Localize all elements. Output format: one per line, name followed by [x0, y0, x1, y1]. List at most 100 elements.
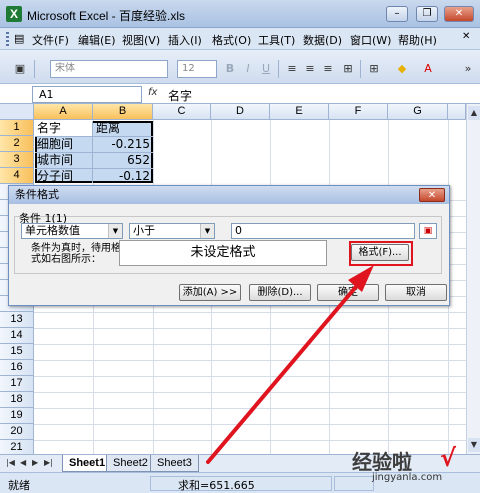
align-center-icon[interactable]: ≡	[302, 61, 318, 77]
status-pane	[334, 476, 374, 491]
menu-data[interactable]: 数据(D)	[303, 32, 342, 48]
row-header[interactable]: 14	[0, 328, 34, 344]
name-box[interactable]: A1	[32, 86, 142, 103]
sheet-tab-sheet3[interactable]: Sheet3	[150, 455, 199, 472]
font-size-select[interactable]: 12	[177, 60, 217, 78]
italic-button[interactable]: I	[240, 61, 256, 77]
add-condition-button[interactable]: 添加(A) >>	[179, 284, 241, 301]
window-title: Microsoft Excel - 百度经验.xls	[27, 9, 186, 23]
vertical-scrollbar[interactable]: ▲ ▼	[466, 104, 480, 454]
close-button[interactable]: ✕	[444, 6, 474, 22]
cancel-button[interactable]: 取消	[385, 284, 447, 301]
borders-icon[interactable]: ⊞	[366, 61, 382, 77]
column-header[interactable]: F	[329, 104, 388, 120]
bold-button[interactable]: B	[222, 61, 238, 77]
gridline	[34, 408, 466, 409]
align-right-icon[interactable]: ≡	[320, 61, 336, 77]
scroll-down-icon[interactable]: ▼	[468, 438, 480, 452]
status-sum: 求和=651.665	[178, 479, 255, 492]
excel-icon: X	[6, 6, 22, 22]
operator-value: 小于	[133, 224, 155, 237]
menu-file-icon: ▤	[14, 32, 25, 45]
row-header[interactable]: 15	[0, 344, 34, 360]
column-header[interactable]: A	[34, 104, 93, 120]
operator-select[interactable]: 小于 ▼	[129, 223, 215, 239]
column-header[interactable]: C	[153, 104, 211, 120]
gridline	[34, 392, 466, 393]
condition-value-input[interactable]: 0	[231, 223, 415, 239]
menu-bar: ▤ 文件(F) 编辑(E) 视图(V) 插入(I) 格式(O) 工具(T) 数据…	[0, 28, 480, 50]
underline-button[interactable]: U	[258, 61, 274, 77]
conditional-format-dialog: 条件格式 ✕ 条件 1(1) 单元格数值 ▼ 小于 ▼ 0 ▣ 条件为真时，待用…	[8, 185, 450, 306]
doc-close-icon[interactable]: ✕	[462, 31, 470, 42]
menu-view[interactable]: 视图(V)	[122, 32, 160, 48]
sheet-tab-sheet1[interactable]: Sheet1	[62, 455, 113, 472]
watermark-url: jingyanla.com	[372, 472, 443, 483]
restore-button[interactable]: ❐	[416, 6, 438, 22]
chevron-down-icon[interactable]: ▼	[200, 224, 214, 238]
menu-window[interactable]: 窗口(W)	[350, 32, 391, 48]
menu-insert[interactable]: 插入(I)	[168, 32, 202, 48]
condition-type-value: 单元格数值	[25, 224, 80, 237]
menu-format[interactable]: 格式(O)	[212, 32, 251, 48]
row-header[interactable]: 13	[0, 312, 34, 328]
fill-color-icon[interactable]: ◆	[394, 61, 410, 77]
next-sheet-icon[interactable]: ▶	[32, 458, 38, 467]
row-header[interactable]: 19	[0, 408, 34, 424]
first-sheet-icon[interactable]: |◀	[6, 458, 15, 467]
toolbar-separator	[278, 60, 279, 78]
menu-grip-icon[interactable]	[6, 32, 9, 46]
ok-button[interactable]: 确定	[317, 284, 379, 301]
scroll-up-icon[interactable]: ▲	[468, 106, 480, 120]
fx-icon[interactable]: fx	[148, 87, 157, 98]
dialog-title: 条件格式	[9, 186, 449, 204]
watermark-check-icon: √	[440, 444, 457, 472]
save-icon[interactable]: ▣	[12, 61, 28, 77]
delete-condition-button[interactable]: 删除(D)...	[249, 284, 311, 301]
toolbar-separator	[34, 60, 35, 78]
row-header[interactable]: 17	[0, 376, 34, 392]
chevron-down-icon[interactable]: ▼	[108, 224, 122, 238]
column-header[interactable]: D	[211, 104, 270, 120]
condition-description: 条件为真时，待用格式如右图所示：	[31, 243, 121, 265]
menu-file[interactable]: 文件(F)	[32, 32, 69, 48]
sheet-tab-sheet2[interactable]: Sheet2	[106, 455, 155, 472]
status-ready: 就绪	[8, 479, 30, 492]
row-header[interactable]: 18	[0, 392, 34, 408]
cell-b4[interactable]: -0.12	[96, 167, 150, 185]
font-name-select[interactable]: 宋体	[50, 60, 168, 78]
row-header[interactable]: 4	[0, 168, 34, 184]
font-color-icon[interactable]: A	[420, 61, 436, 77]
row-header[interactable]: 20	[0, 424, 34, 440]
formula-bar: A1 fx 名字	[0, 85, 480, 104]
prev-sheet-icon[interactable]: ◀	[20, 458, 26, 467]
align-left-icon[interactable]: ≡	[284, 61, 300, 77]
merge-center-icon[interactable]: ⊞	[340, 61, 356, 77]
menu-tools[interactable]: 工具(T)	[258, 32, 295, 48]
row-header[interactable]: 3	[0, 152, 34, 168]
condition-type-select[interactable]: 单元格数值 ▼	[21, 223, 123, 239]
column-header-partial[interactable]	[448, 104, 466, 120]
format-preview: 未设定格式	[119, 240, 327, 266]
gridline	[34, 440, 466, 441]
dialog-close-icon[interactable]: ✕	[419, 188, 445, 202]
gridline	[34, 328, 466, 329]
minimize-button[interactable]: –	[386, 6, 408, 22]
row-header[interactable]: 21	[0, 440, 34, 454]
column-header[interactable]: E	[270, 104, 329, 120]
menu-help[interactable]: 帮助(H)	[398, 32, 437, 48]
row-header[interactable]: 2	[0, 136, 34, 152]
last-sheet-icon[interactable]: ▶|	[44, 458, 53, 467]
range-select-icon[interactable]: ▣	[419, 223, 437, 239]
gridline	[34, 424, 466, 425]
column-header[interactable]: G	[388, 104, 448, 120]
column-header[interactable]: B	[93, 104, 153, 120]
row-header[interactable]: 16	[0, 360, 34, 376]
format-button-highlight	[349, 241, 413, 266]
select-all-corner[interactable]	[0, 104, 34, 120]
cell-a4[interactable]: 分子间	[37, 167, 91, 185]
toolbar-options-icon[interactable]: »	[460, 61, 476, 77]
formula-input[interactable]: 名字	[168, 87, 192, 104]
menu-edit[interactable]: 编辑(E)	[78, 32, 116, 48]
row-header[interactable]: 1	[0, 120, 34, 136]
